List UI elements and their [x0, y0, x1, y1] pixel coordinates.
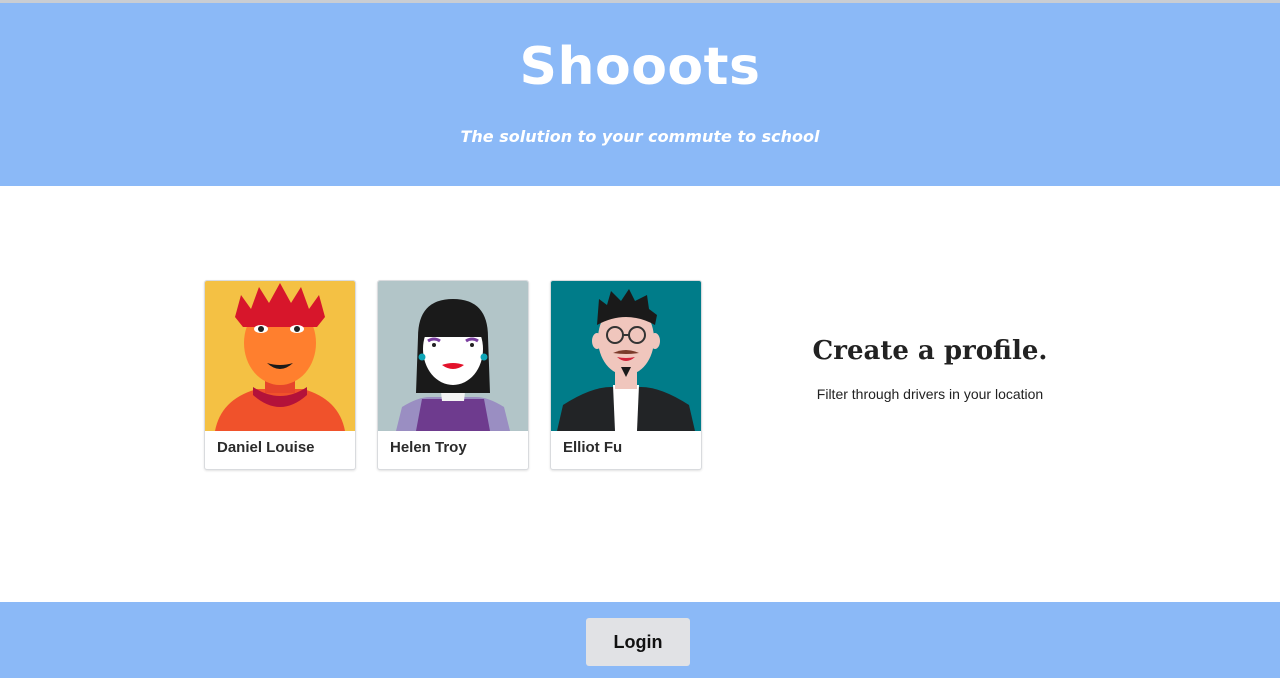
- promo-text: Filter through drivers in your location: [816, 386, 1044, 402]
- avatar-helen-troy: [378, 281, 528, 431]
- site-tagline: The solution to your commute to school: [460, 127, 820, 146]
- avatar-daniel-louise: [205, 281, 355, 431]
- profile-card-elliot-fu[interactable]: Elliot Fu: [550, 280, 702, 470]
- page-footer: Login: [0, 602, 1280, 678]
- page-header: Shooots The solution to your commute to …: [0, 3, 1280, 186]
- site-title: Shooots: [519, 37, 761, 97]
- profile-name: Daniel Louise: [217, 439, 315, 456]
- promo-title: Create a profile.: [812, 336, 1048, 366]
- profile-card-helen-troy[interactable]: Helen Troy: [377, 280, 529, 470]
- profile-card-daniel-louise[interactable]: Daniel Louise: [204, 280, 356, 470]
- login-button[interactable]: Login: [586, 618, 690, 666]
- promo-section: Create a profile. Filter through drivers…: [760, 336, 1100, 402]
- avatar-elliot-fu: [551, 281, 701, 431]
- profile-name: Helen Troy: [390, 439, 467, 456]
- profile-name: Elliot Fu: [563, 439, 623, 456]
